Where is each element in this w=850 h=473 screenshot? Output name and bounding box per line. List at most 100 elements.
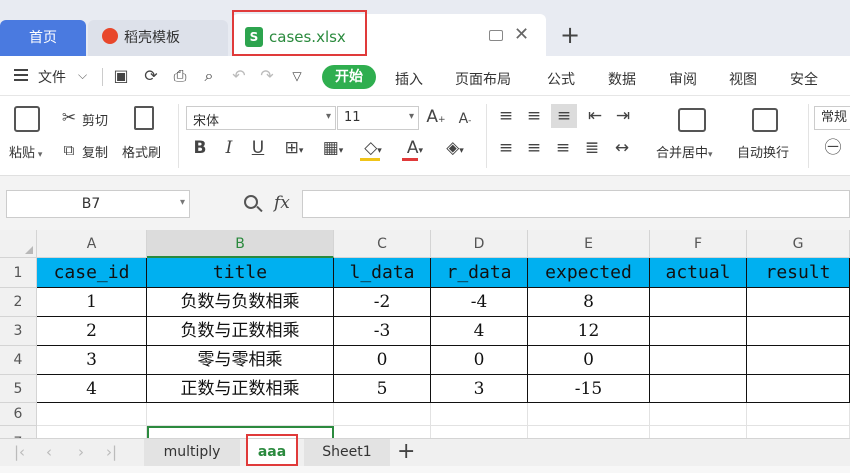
borders-icon[interactable]: ⊞▾ — [280, 138, 308, 161]
tab-home[interactable]: 首页 — [0, 20, 86, 56]
format-painter-button[interactable]: 格式刷 — [122, 142, 161, 161]
cell-f7[interactable] — [650, 426, 747, 438]
prev-sheet-icon[interactable]: ‹ — [46, 443, 52, 461]
column-header-c[interactable]: C — [334, 230, 431, 258]
decrease-font-size-icon[interactable]: A- — [455, 109, 475, 131]
insert-function-icon[interactable]: fx — [274, 193, 290, 213]
cell-g6[interactable] — [747, 403, 850, 426]
cell-c4[interactable]: 0 — [334, 346, 431, 375]
cell-e5[interactable]: -15 — [528, 375, 650, 403]
cell-e4[interactable]: 0 — [528, 346, 650, 375]
column-header-e[interactable]: E — [528, 230, 650, 258]
paste-button[interactable]: 粘贴 ▾ — [9, 142, 42, 161]
cell-b2[interactable]: 负数与负数相乘 — [147, 288, 334, 317]
cell-a1[interactable]: case_id — [37, 258, 147, 288]
cell-d5[interactable]: 3 — [431, 375, 528, 403]
menu-start[interactable]: 开始 — [322, 65, 376, 89]
cell-f1[interactable]: actual — [650, 258, 747, 288]
align-top-icon[interactable]: ≡ — [496, 106, 516, 126]
cell-c3[interactable]: -3 — [334, 317, 431, 346]
paste-icon[interactable] — [14, 106, 40, 132]
next-sheet-icon[interactable]: › — [78, 443, 84, 461]
cloud-sync-icon[interactable]: ⟳ — [142, 67, 160, 85]
column-header-f[interactable]: F — [650, 230, 747, 258]
align-center-icon[interactable]: ≡ — [524, 138, 544, 158]
increase-indent-icon[interactable]: ⇥ — [612, 106, 634, 126]
cell-a3[interactable]: 2 — [37, 317, 147, 346]
cell-style-icon[interactable]: ▦▾ — [318, 138, 348, 161]
row-header-1[interactable]: 1 — [0, 258, 37, 288]
column-header-g[interactable]: G — [747, 230, 850, 258]
cell-d3[interactable]: 4 — [431, 317, 528, 346]
chevron-down-icon[interactable]: ⌵ — [78, 68, 87, 83]
cell-c2[interactable]: -2 — [334, 288, 431, 317]
save-icon[interactable]: ▣ — [112, 67, 130, 85]
cell-d2[interactable]: -4 — [431, 288, 528, 317]
decrease-indent-icon[interactable]: ⇤ — [584, 106, 606, 126]
first-sheet-icon[interactable]: |‹ — [14, 443, 25, 461]
cell-e6[interactable] — [528, 403, 650, 426]
column-header-b[interactable]: B — [147, 230, 334, 258]
row-header-3[interactable]: 3 — [0, 317, 37, 346]
cell-e7[interactable] — [528, 426, 650, 438]
cell-d6[interactable] — [431, 403, 528, 426]
align-left-icon[interactable]: ≡ — [496, 138, 516, 158]
cell-g2[interactable] — [747, 288, 850, 317]
copy-icon[interactable]: ⧉ — [60, 140, 78, 160]
cell-f6[interactable] — [650, 403, 747, 426]
currency-icon[interactable]: ㊀ — [818, 138, 848, 158]
row-header-5[interactable]: 5 — [0, 375, 37, 403]
bold-icon[interactable]: B — [191, 138, 209, 158]
menu-page-layout[interactable]: 页面布局 — [455, 69, 511, 89]
cell-e2[interactable]: 8 — [528, 288, 650, 317]
wrap-text-icon[interactable] — [752, 108, 778, 132]
monitor-icon[interactable] — [489, 30, 503, 41]
formula-input[interactable] — [302, 190, 850, 218]
row-header-4[interactable]: 4 — [0, 346, 37, 375]
cut-button[interactable]: 剪切 — [82, 110, 108, 129]
quick-access-dropdown-icon[interactable]: ▽ — [288, 67, 306, 85]
row-header-6[interactable]: 6 — [0, 403, 37, 426]
sheet-tab-sheet1[interactable]: Sheet1 — [304, 439, 390, 466]
close-tab-icon[interactable]: ✕ — [514, 25, 529, 45]
zoom-icon[interactable] — [244, 195, 258, 209]
last-sheet-icon[interactable]: ›| — [106, 443, 117, 461]
menu-review[interactable]: 审阅 — [669, 69, 697, 89]
tab-docer-templates[interactable]: 稻壳模板 — [88, 20, 228, 56]
menu-view[interactable]: 视图 — [729, 69, 757, 89]
cell-a5[interactable]: 4 — [37, 375, 147, 403]
merge-center-icon[interactable] — [678, 108, 706, 132]
underline-icon[interactable]: U — [249, 138, 267, 158]
add-sheet-button[interactable]: + — [397, 440, 415, 464]
menu-security[interactable]: 安全 — [790, 69, 818, 89]
hamburger-menu-icon[interactable] — [14, 69, 28, 81]
print-icon[interactable]: ⎙ — [171, 67, 189, 85]
cut-icon[interactable]: ✂ — [60, 108, 78, 128]
cell-c1[interactable]: l_data — [334, 258, 431, 288]
chevron-down-icon[interactable]: ▾ — [180, 197, 185, 208]
cell-f4[interactable] — [650, 346, 747, 375]
active-cell-b7[interactable] — [147, 426, 334, 438]
font-size-select[interactable]: 11 ▾ — [337, 106, 419, 130]
wrap-text-button[interactable]: 自动换行 — [737, 142, 789, 161]
cell-b6[interactable] — [147, 403, 334, 426]
cell-a4[interactable]: 3 — [37, 346, 147, 375]
cell-b5[interactable]: 正数与正数相乘 — [147, 375, 334, 403]
cell-d4[interactable]: 0 — [431, 346, 528, 375]
name-box[interactable]: B7 ▾ — [6, 190, 190, 218]
clear-format-icon[interactable]: ◈▾ — [440, 138, 470, 161]
new-tab-button[interactable]: + — [560, 22, 580, 48]
increase-font-size-icon[interactable]: A+ — [426, 107, 446, 130]
select-all-corner[interactable] — [0, 230, 37, 258]
format-painter-icon[interactable] — [134, 106, 154, 130]
print-preview-icon[interactable]: ⌕ — [200, 67, 218, 85]
align-bottom-icon[interactable]: ≡ — [551, 104, 577, 128]
cell-a6[interactable] — [37, 403, 147, 426]
cell-f3[interactable] — [650, 317, 747, 346]
menu-data[interactable]: 数据 — [608, 69, 636, 89]
font-name-select[interactable]: 宋体 ▾ — [186, 106, 336, 130]
cell-g3[interactable] — [747, 317, 850, 346]
cell-a7[interactable] — [37, 426, 147, 438]
menu-file[interactable]: 文件 — [38, 67, 66, 87]
sheet-tab-multiply[interactable]: multiply — [144, 439, 240, 466]
